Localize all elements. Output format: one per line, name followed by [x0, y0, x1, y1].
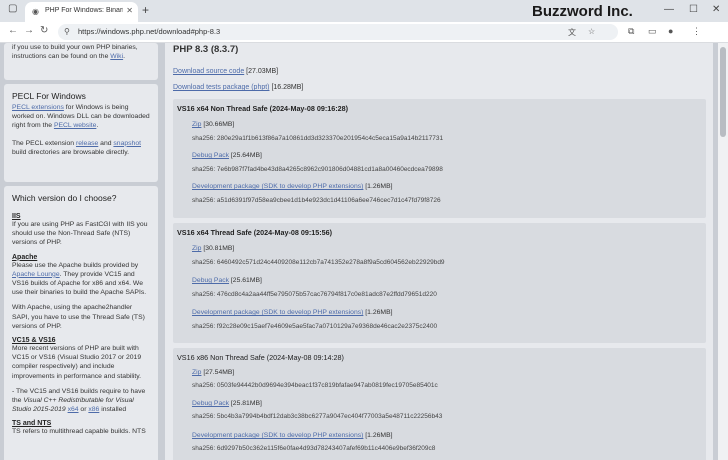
zip-size: [30.66MB]	[203, 121, 235, 128]
maximize-icon[interactable]: ☐	[689, 4, 698, 15]
address-bar[interactable]: ⚲ https://windows.php.net/download#php-8…	[58, 24, 618, 40]
new-tab-icon[interactable]: +	[142, 3, 149, 17]
brand-logo: Buzzword Inc.	[532, 3, 633, 20]
download-tests-link[interactable]: Download tests package (phpt)	[173, 84, 270, 91]
debug-sha: sha256: 7e6b987f7fad4be43d8a4265c8962c90…	[192, 166, 443, 173]
site-info-icon[interactable]: ⚲	[64, 27, 70, 36]
tests-size: [16.28MB]	[271, 84, 304, 91]
globe-icon: ◉	[32, 7, 39, 16]
debug-size: [25.61MB]	[230, 277, 262, 284]
debug-size: [25.81MB]	[230, 400, 262, 407]
browser-toolbar: ← → ↻ ⚲ https://windows.php.net/download…	[0, 22, 728, 43]
more-menu-icon[interactable]: ⋮	[692, 26, 701, 37]
apache-lounge-link[interactable]: Apache Lounge	[12, 271, 60, 278]
sidebar-intro-box: if you use to build your own PHP binarie…	[4, 43, 158, 80]
debug-sha: sha256: 5bc4b3a7994b4bdf12dab3c38bc6277a…	[192, 413, 443, 420]
dev-size: [1.26MB]	[365, 309, 393, 316]
debug-pack-link[interactable]: Debug Pack	[192, 152, 229, 159]
sidepanel-icon[interactable]: ▭	[648, 26, 657, 37]
profile-icon[interactable]: ●	[668, 26, 673, 36]
dev-size: [1.26MB]	[365, 432, 393, 439]
build-card-x86-nts: VS16 x86 Non Thread Safe (2024-May-08 09…	[173, 348, 706, 460]
build-card-x64-nts: VS16 x64 Non Thread Safe (2024-May-08 09…	[173, 99, 706, 218]
active-tab[interactable]: ◉ PHP For Windows: Binaries and s ✕	[25, 2, 138, 22]
reload-icon[interactable]: ↻	[40, 25, 48, 36]
forward-icon[interactable]: →	[24, 25, 34, 36]
extensions-icon[interactable]: ⧉	[628, 26, 634, 37]
debug-pack-link[interactable]: Debug Pack	[192, 400, 229, 407]
pecl-box: PECL For Windows PECL extensions for Win…	[4, 84, 158, 182]
scrollbar-thumb[interactable]	[720, 47, 726, 137]
apache-sapi-text: With Apache, using the apache2handler SA…	[12, 304, 145, 330]
vc-heading: VC15 & VS16	[12, 337, 56, 345]
installed-text: installed	[101, 406, 127, 414]
web-page: if you use to build your own PHP binarie…	[0, 43, 728, 460]
snapshot-link[interactable]: snapshot	[113, 140, 141, 147]
bookmark-star-icon[interactable]: ☆	[588, 27, 595, 36]
dev-package-link[interactable]: Development package (SDK to develop PHP …	[192, 309, 363, 316]
release-link[interactable]: release	[76, 140, 98, 147]
tab-list-icon[interactable]: ▢	[8, 3, 17, 14]
dev-sha: sha256: 6d9297b50c362e115f6e0fae4d93d782…	[192, 445, 436, 452]
download-source-link[interactable]: Download source code	[173, 68, 244, 75]
wiki-link[interactable]: Wiki	[110, 53, 123, 60]
pecl-ext-text: The PECL extension	[12, 139, 75, 147]
debug-pack-link[interactable]: Debug Pack	[192, 277, 229, 284]
vc-text: More recent versions of PHP are built wi…	[12, 345, 142, 380]
zip-sha: sha256: 0503fe94442b0d9694e394beac1f37c8…	[192, 382, 438, 389]
debug-sha: sha256: 476cd8c4a2aa44ff5e795075b57cac76…	[192, 291, 437, 298]
build-title: VS16 x64 Non Thread Safe (2024-May-08 09…	[177, 104, 348, 113]
php-version-heading: PHP 8.3 (8.3.7)	[173, 44, 239, 55]
build-title: VS16 x86 Non Thread Safe (2024-May-08 09…	[177, 353, 344, 362]
tab-strip: ▢ ◉ PHP For Windows: Binaries and s ✕ + …	[0, 0, 728, 22]
zip-link[interactable]: Zip	[192, 121, 201, 128]
close-tab-icon[interactable]: ✕	[126, 6, 133, 15]
source-size: [27.03MB]	[246, 68, 279, 75]
pecl-website-link[interactable]: PECL website	[54, 122, 96, 129]
which-version-box: Which version do I choose? IIS If you ar…	[4, 186, 158, 460]
minimize-icon[interactable]: —	[664, 4, 674, 15]
ts-nts-heading: TS and NTS	[12, 420, 52, 428]
iis-heading: IIS	[12, 213, 21, 220]
zip-sha: sha256: 6460492c571d24c4409208e112cb7a74…	[192, 259, 445, 266]
dev-sha: sha256: a51d6391f97d58ea9cbee1d1b4e923dc…	[192, 197, 441, 204]
ts-text: TS refers to multithread capable builds.…	[12, 428, 146, 436]
and-text: and	[100, 139, 112, 147]
dev-size: [1.26MB]	[365, 183, 393, 190]
which-version-heading: Which version do I choose?	[12, 193, 117, 203]
translate-icon[interactable]: 文	[568, 27, 576, 38]
tab-title: PHP For Windows: Binaries and s	[45, 7, 123, 14]
url-text: https://windows.php.net/download#php-8.3	[78, 27, 221, 36]
page-scrollbar[interactable]	[718, 43, 728, 460]
x64-link[interactable]: x64	[68, 406, 79, 413]
apache-heading: Apache	[12, 253, 38, 261]
close-window-icon[interactable]: ✕	[712, 4, 720, 15]
intro-text-top: if you use to build your own PHP binarie…	[12, 44, 138, 51]
intro-text: instructions can be found on the	[12, 53, 109, 61]
sidebar: if you use to build your own PHP binarie…	[0, 43, 160, 460]
apache-text: Please use the Apache builds provided by	[12, 261, 139, 269]
dev-package-link[interactable]: Development package (SDK to develop PHP …	[192, 183, 363, 190]
back-icon[interactable]: ←	[8, 25, 18, 36]
debug-size: [25.64MB]	[230, 152, 262, 159]
build-title: VS16 x64 Thread Safe (2024-May-08 09:15:…	[177, 228, 333, 237]
pecl-heading: PECL For Windows	[12, 91, 86, 101]
dev-sha: sha256: f92c28e09c15aef7e4609e5ae5fac7a0…	[192, 323, 438, 330]
zip-size: [30.81MB]	[203, 245, 235, 252]
main-content: PHP 8.3 (8.3.7) Download source code [27…	[165, 43, 713, 460]
zip-link[interactable]: Zip	[192, 245, 201, 252]
zip-link[interactable]: Zip	[192, 369, 201, 376]
pecl-extensions-link[interactable]: PECL extensions	[12, 104, 64, 111]
iis-text: If you are using PHP as FastCGI with IIS…	[12, 221, 148, 247]
x86-link[interactable]: x86	[88, 406, 99, 413]
zip-size: [27.54MB]	[203, 369, 235, 376]
build-card-x64-ts: VS16 x64 Thread Safe (2024-May-08 09:15:…	[173, 223, 706, 343]
zip-sha: sha256: 280e29a1f1b613f86a7a10861dd3d323…	[192, 135, 444, 142]
dev-package-link[interactable]: Development package (SDK to develop PHP …	[192, 432, 363, 439]
or-text: or	[80, 406, 87, 414]
pecl-dir-text: build directories are browsable directly…	[12, 148, 129, 156]
